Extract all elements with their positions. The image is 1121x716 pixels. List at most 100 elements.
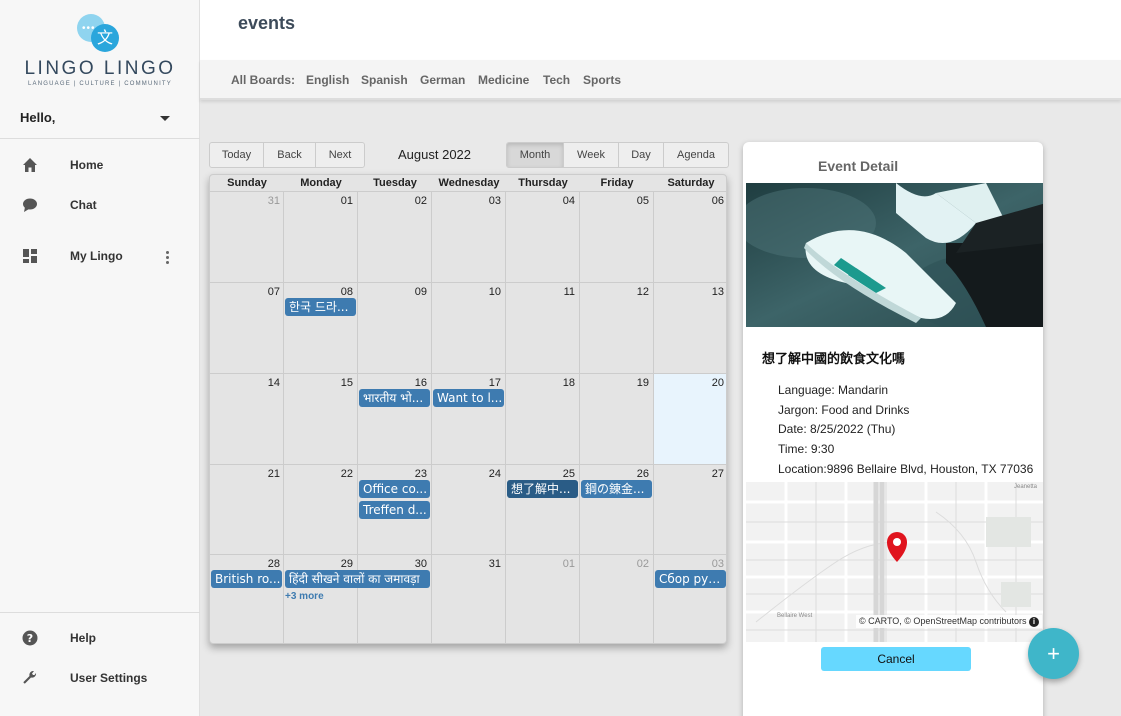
board-tab-german[interactable]: German — [420, 73, 465, 87]
calendar-event[interactable]: 鋼の錬金... — [581, 480, 652, 498]
svg-text:?: ? — [27, 632, 33, 645]
day-cell[interactable]: 02 — [579, 555, 653, 643]
day-cell[interactable]: 03 — [653, 555, 726, 643]
weekday-saturday: Saturday — [667, 177, 715, 189]
calendar-view-group: Month Week Day Agenda — [506, 142, 729, 168]
show-more-link[interactable]: +3 more — [285, 591, 324, 602]
today-button[interactable]: Today — [210, 143, 264, 167]
sidebar: ••• 文 LINGO LINGO LANGUAGE | CULTURE | C… — [0, 0, 200, 716]
event-location: Location:9896 Bellaire Blvd, Houston, TX… — [778, 462, 1034, 476]
brand-tagline: LANGUAGE | CULTURE | COMMUNITY — [27, 81, 172, 87]
month-calendar: Sunday Monday Tuesday Wednesday Thursday… — [209, 174, 727, 644]
cancel-button[interactable]: Cancel — [821, 647, 971, 671]
day-cell[interactable]: 14 — [210, 374, 284, 464]
sidebar-item-chat[interactable]: Chat — [0, 192, 200, 220]
week-row: 21 22 23 24 25 26 27 Office co... Treffe… — [210, 464, 726, 554]
dashboard-icon — [23, 249, 37, 263]
day-cell[interactable]: 28 — [210, 555, 284, 643]
day-cell[interactable]: 09 — [357, 283, 431, 373]
logo-icon: ••• 文 — [75, 12, 125, 56]
week-row: 31 01 02 03 04 05 06 — [210, 191, 726, 282]
month-label: August 2022 — [398, 147, 472, 162]
board-tab-medicine[interactable]: Medicine — [478, 73, 529, 87]
weekday-monday: Monday — [300, 177, 342, 189]
board-tab-english[interactable]: English — [306, 73, 349, 87]
calendar-event[interactable]: हिंदी सीखने वालों का जमावड़ा — [285, 570, 430, 588]
day-cell[interactable]: 17 — [431, 374, 505, 464]
weekday-header: Sunday Monday Tuesday Wednesday Thursday… — [210, 175, 726, 191]
day-cell[interactable]: 02 — [357, 192, 431, 282]
day-cell[interactable]: 11 — [505, 283, 579, 373]
more-options-icon[interactable] — [166, 251, 170, 266]
day-cell[interactable]: 19 — [579, 374, 653, 464]
weekday-thursday: Thursday — [518, 177, 568, 189]
day-cell[interactable]: 21 — [210, 465, 284, 554]
brand-name: LINGO LINGO — [24, 58, 176, 79]
next-button[interactable]: Next — [316, 143, 364, 167]
event-detail-heading: Event Detail — [818, 158, 899, 174]
boards-label: All Boards: — [231, 73, 296, 87]
event-time: Time: 9:30 — [778, 442, 835, 456]
board-tab-sports[interactable]: Sports — [583, 73, 621, 87]
week-row: 14 15 16 17 18 19 20 भारतीय भो... Want t… — [210, 373, 726, 464]
day-cell[interactable]: 18 — [505, 374, 579, 464]
board-tab-spanish[interactable]: Spanish — [361, 73, 408, 87]
day-cell[interactable]: 22 — [283, 465, 357, 554]
calendar-event[interactable]: 한국 드라... — [285, 298, 356, 316]
view-day-button[interactable]: Day — [619, 143, 664, 167]
day-cell[interactable]: 15 — [283, 374, 357, 464]
day-cell[interactable]: 05 — [579, 192, 653, 282]
weekday-wednesday: Wednesday — [438, 177, 500, 189]
day-cell[interactable]: 04 — [505, 192, 579, 282]
day-cell[interactable]: 24 — [431, 465, 505, 554]
sidebar-item-help[interactable]: ? Help — [0, 625, 200, 653]
calendar-event[interactable]: British ro... — [211, 570, 282, 588]
sidebar-item-home[interactable]: Home — [0, 152, 200, 180]
view-week-button[interactable]: Week — [564, 143, 619, 167]
week-row: 28 29 30 31 01 02 03 British ro... हिंदी… — [210, 554, 726, 643]
event-jargon: Jargon: Food and Drinks — [778, 403, 910, 417]
day-cell-today[interactable]: 20 — [653, 374, 726, 464]
board-tab-tech[interactable]: Tech — [543, 73, 570, 87]
view-month-button[interactable]: Month — [507, 143, 564, 167]
calendar-event[interactable]: Сбор рус... — [655, 570, 726, 588]
view-agenda-button[interactable]: Agenda — [664, 143, 728, 167]
day-cell[interactable]: 03 — [431, 192, 505, 282]
calendar-event[interactable]: Treffen d... — [359, 501, 430, 519]
home-icon — [23, 158, 37, 172]
calendar-event[interactable]: भारतीय भो... — [359, 389, 430, 407]
chat-icon — [23, 198, 37, 212]
calendar-event[interactable]: Office co... — [359, 480, 430, 498]
chevron-down-icon[interactable] — [160, 116, 170, 121]
logo[interactable]: ••• 文 LINGO LINGO LANGUAGE | CULTURE | C… — [0, 12, 200, 87]
calendar-event-selected[interactable]: 想了解中... — [507, 480, 578, 498]
sidebar-item-my-lingo[interactable]: My Lingo — [0, 243, 200, 271]
day-cell[interactable]: 25 — [505, 465, 579, 554]
top-bar — [200, 0, 1121, 60]
calendar-event[interactable]: Want to l... — [433, 389, 504, 407]
day-cell[interactable]: 13 — [653, 283, 726, 373]
day-cell[interactable]: 10 — [431, 283, 505, 373]
day-cell[interactable]: 26 — [579, 465, 653, 554]
day-cell[interactable]: 16 — [357, 374, 431, 464]
add-event-button[interactable]: + — [1028, 628, 1079, 679]
day-cell[interactable]: 01 — [505, 555, 579, 643]
day-cell[interactable]: 30 — [357, 555, 431, 643]
user-greeting[interactable]: Hello, — [20, 110, 55, 125]
day-cell[interactable]: 31 — [431, 555, 505, 643]
day-cell[interactable]: 31 — [210, 192, 284, 282]
day-cell[interactable]: 08 — [283, 283, 357, 373]
day-cell[interactable]: 07 — [210, 283, 284, 373]
wrench-icon — [23, 670, 37, 684]
back-button[interactable]: Back — [264, 143, 316, 167]
event-detail-panel: Event Detail 想了解中國的飲食文化嗎 Language: Manda… — [743, 142, 1043, 716]
sidebar-item-user-settings[interactable]: User Settings — [0, 665, 200, 693]
day-cell[interactable]: 06 — [653, 192, 726, 282]
svg-text:Jeanetta: Jeanetta — [1014, 484, 1038, 490]
day-cell[interactable]: 01 — [283, 192, 357, 282]
event-map[interactable]: Jeanetta Bellaire West © CARTO, © OpenSt… — [746, 482, 1043, 642]
weekday-friday: Friday — [600, 177, 634, 189]
day-cell[interactable]: 27 — [653, 465, 726, 554]
day-cell[interactable]: 12 — [579, 283, 653, 373]
help-icon: ? — [22, 630, 38, 646]
